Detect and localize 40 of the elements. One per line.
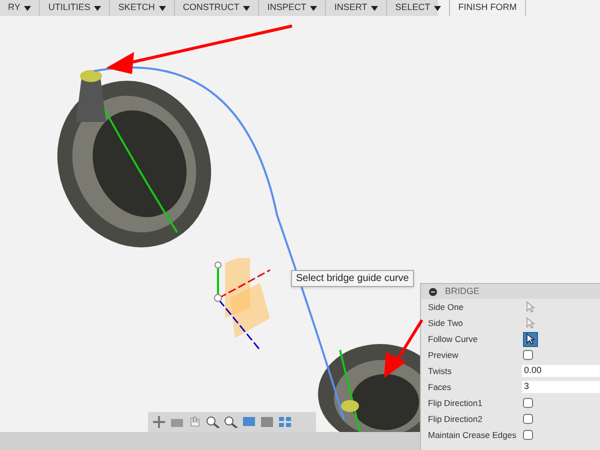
- field-label: Follow Curve: [428, 332, 479, 346]
- caret-icon: [24, 6, 32, 10]
- field-label: Flip Direction2: [428, 412, 484, 426]
- grid-icon[interactable]: [278, 416, 292, 428]
- toolbar-menu[interactable]: SKETCH: [110, 0, 175, 16]
- toolbar-menu[interactable]: CONSTRUCT: [174, 0, 260, 16]
- zoom-icon[interactable]: [206, 416, 220, 428]
- collapse-icon[interactable]: [429, 288, 437, 296]
- caret-icon: [310, 6, 318, 10]
- arrow-icon: [382, 318, 424, 380]
- field-label: Maintain Crease Edges: [428, 428, 518, 442]
- panel-title: BRIDGE: [445, 284, 480, 298]
- toolbar-menu[interactable]: RY: [0, 0, 40, 16]
- caret-icon: [434, 6, 442, 10]
- arrow-icon: [104, 24, 294, 74]
- field-label: Faces: [428, 380, 452, 394]
- checkbox[interactable]: [523, 350, 533, 360]
- toolbar-menu[interactable]: FINISH FORM: [450, 0, 526, 16]
- move-icon[interactable]: [152, 416, 166, 428]
- toolbar-menu[interactable]: UTILITIES: [40, 0, 110, 16]
- field-label: Flip Direction1: [428, 396, 484, 410]
- checkbox[interactable]: [523, 430, 533, 440]
- zoom-icon[interactable]: [224, 416, 238, 428]
- input-field[interactable]: 3: [522, 381, 600, 393]
- input-field[interactable]: 0.00: [522, 365, 600, 377]
- checkbox[interactable]: [523, 398, 533, 408]
- caret-icon: [371, 6, 378, 10]
- checkbox[interactable]: [523, 414, 533, 424]
- caret-icon: [94, 6, 102, 10]
- caret-icon: [158, 6, 166, 10]
- field-label: Side One: [428, 300, 464, 314]
- toolbar-menu[interactable]: SELECT: [387, 0, 450, 16]
- tooltip: Select bridge guide curve: [291, 270, 414, 287]
- caret-icon: [243, 6, 250, 10]
- select-button[interactable]: [523, 332, 538, 346]
- field-label: Side Two: [428, 316, 464, 330]
- field-label: Preview: [428, 348, 460, 362]
- toolbar-menu[interactable]: INSERT: [326, 0, 388, 16]
- field-label: Twists: [428, 364, 453, 378]
- toolbar-menu[interactable]: INSPECT: [259, 0, 326, 16]
